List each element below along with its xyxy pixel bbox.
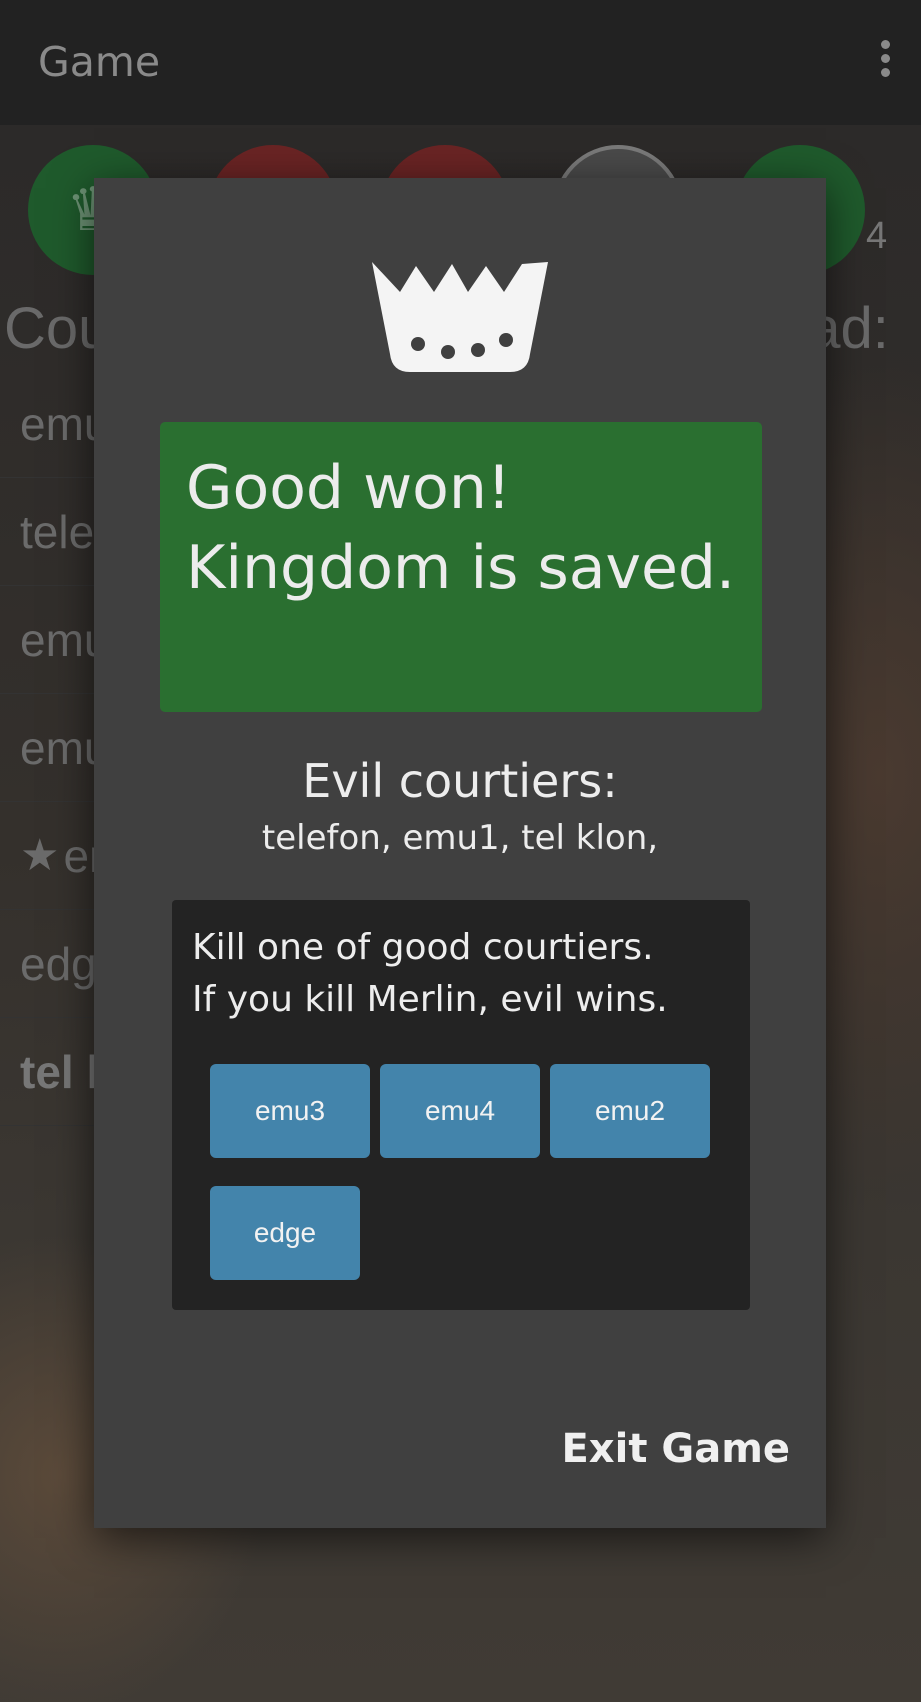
target-button-emu2[interactable]: emu2 bbox=[550, 1064, 710, 1158]
crown-icon bbox=[372, 262, 548, 372]
evil-courtiers-title: Evil courtiers: bbox=[302, 754, 618, 808]
result-banner: Good won! Kingdom is saved. bbox=[160, 422, 762, 712]
app-bar: Game bbox=[0, 0, 921, 125]
exit-game-button[interactable]: Exit Game bbox=[561, 1426, 790, 1472]
more-vert-icon[interactable] bbox=[877, 40, 893, 82]
assassination-panel: Kill one of good courtiers. If you kill … bbox=[172, 900, 750, 1310]
instruction-line: Kill one of good courtiers. bbox=[192, 927, 654, 968]
target-button-emu3[interactable]: emu3 bbox=[210, 1064, 370, 1158]
evil-courtiers-list: telefon, emu1, tel klon, bbox=[261, 818, 659, 858]
app-bar-title: Game bbox=[38, 38, 161, 86]
star-icon: ★ bbox=[20, 831, 60, 880]
quest-token-5-count: 4 bbox=[866, 215, 888, 257]
game-screen: Game ♛ 2 ✕ 3 ✕ 3 ♛ 4 ♛ 4 C bbox=[0, 0, 921, 1702]
target-button-emu4[interactable]: emu4 bbox=[380, 1064, 540, 1158]
game-over-dialog: Good won! Kingdom is saved. Evil courtie… bbox=[94, 178, 826, 1528]
result-text: Good won! Kingdom is saved. bbox=[186, 453, 736, 603]
target-button-edge[interactable]: edge bbox=[210, 1186, 360, 1280]
instruction-line: If you kill Merlin, evil wins. bbox=[192, 979, 668, 1020]
assassination-instructions: Kill one of good courtiers. If you kill … bbox=[192, 922, 732, 1026]
